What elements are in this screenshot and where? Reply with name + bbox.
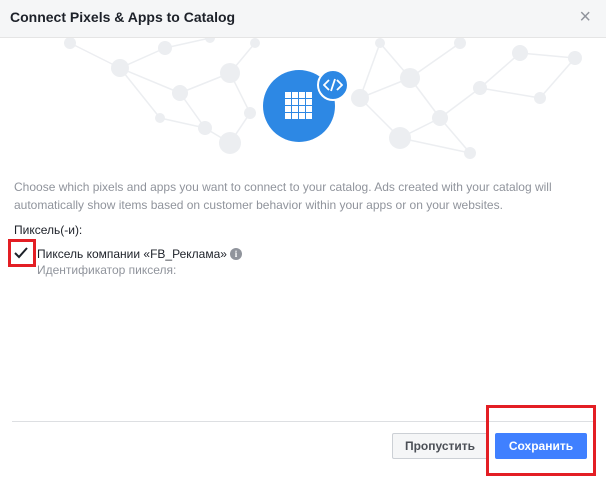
code-icon	[317, 69, 349, 101]
grid-icon	[285, 92, 313, 120]
save-button[interactable]: Сохранить	[495, 433, 587, 459]
pixel-checkbox[interactable]	[13, 245, 29, 261]
catalog-description: Choose which pixels and apps you want to…	[14, 180, 552, 212]
connect-catalog-dialog: Connect Pixels & Apps to Catalog × Choos…	[0, 0, 606, 482]
skip-button[interactable]: Пропустить	[392, 433, 488, 459]
dialog-title: Connect Pixels & Apps to Catalog	[10, 9, 236, 25]
pixel-id-label: Идентификатор пикселя:	[37, 263, 177, 277]
close-icon[interactable]: ×	[579, 7, 591, 27]
pixels-section-label: Пиксель(-и):	[14, 223, 83, 237]
pixel-name-label: Пиксель компании «FB_Реклама»	[37, 247, 227, 261]
hero-illustration	[0, 38, 606, 168]
info-icon[interactable]: i	[230, 248, 242, 260]
dialog-header: Connect Pixels & Apps to Catalog ×	[0, 0, 606, 38]
